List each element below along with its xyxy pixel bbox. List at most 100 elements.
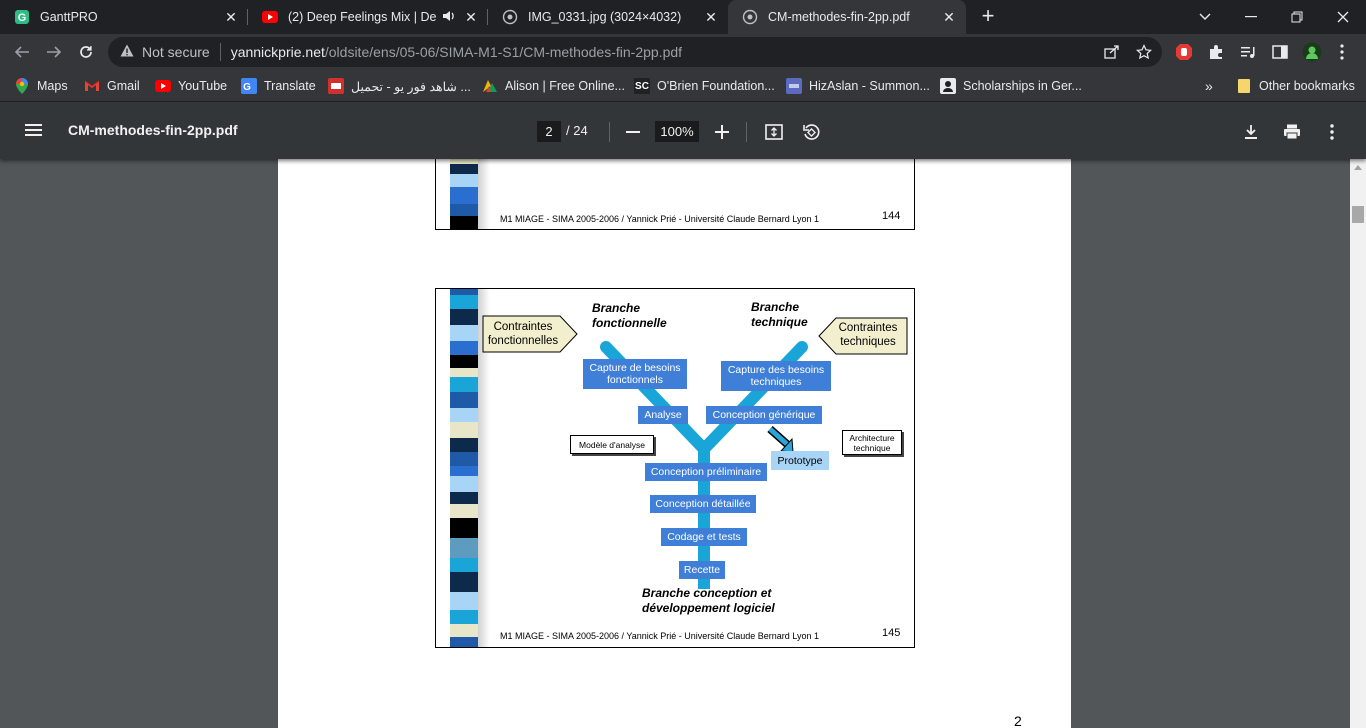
conception-generique-box: Conception générique (706, 406, 822, 424)
conception-detaillee-box: Conception détaillée (650, 495, 756, 513)
adblock-icon[interactable] (1174, 42, 1194, 62)
analyse-box: Analyse (638, 406, 688, 424)
security-label[interactable]: Not secure (142, 44, 210, 60)
forward-button[interactable] (40, 38, 68, 66)
warning-icon[interactable] (120, 44, 136, 60)
tab-search-icon[interactable] (1182, 0, 1228, 34)
bookmark-obrien[interactable]: SC O'Brien Foundation... (634, 76, 775, 96)
tab-title: CM-methodes-fin-2pp.pdf (768, 10, 910, 24)
svg-text:G: G (243, 82, 251, 93)
close-tab-icon[interactable]: ✕ (702, 8, 720, 26)
youtube-icon (155, 78, 171, 94)
back-button[interactable] (8, 38, 36, 66)
rotate-icon[interactable] (800, 121, 822, 143)
decorative-stripe (450, 159, 478, 229)
architecture-technique-note: Architecture technique (842, 430, 902, 455)
bookmark-youtube[interactable]: YouTube (155, 76, 227, 96)
scroll-up-icon[interactable] (1354, 165, 1362, 170)
globe-icon (502, 9, 518, 25)
recette-box: Recette (679, 561, 725, 579)
zoom-in-icon[interactable] (711, 121, 733, 143)
tab-title: IMG_0331.jpg (3024×4032) (528, 10, 682, 24)
conception-preliminaire-box: Conception préliminaire (645, 463, 767, 481)
bookmarks-overflow-button[interactable]: » (1205, 76, 1213, 96)
constraints-functional-label: Contraintes fonctionnelles (487, 321, 559, 347)
new-tab-button[interactable]: + (976, 5, 1000, 29)
svg-text:G: G (18, 12, 27, 24)
browser-menu-icon[interactable] (1332, 42, 1352, 62)
media-control-icon[interactable] (1238, 42, 1258, 62)
sidebar-menu-icon[interactable] (24, 120, 44, 140)
youtube-icon (262, 9, 278, 25)
url-path: /oldsite/ens/05-06/SIMA-M1-S1/CM-methode… (324, 44, 683, 60)
reload-button[interactable] (72, 38, 100, 66)
sc-icon: SC (634, 78, 650, 94)
minimize-button[interactable] (1228, 0, 1274, 34)
page-number-input[interactable]: 2 (537, 121, 561, 142)
tab-ganttpro[interactable]: G GanttPRO ✕ (0, 0, 248, 34)
audio-playing-icon[interactable] (442, 10, 456, 25)
close-tab-icon[interactable]: ✕ (462, 8, 480, 26)
modele-analyse-note: Modèle d'analyse (570, 435, 654, 454)
close-window-button[interactable] (1320, 0, 1366, 34)
globe-icon (742, 9, 758, 25)
slide-footer: M1 MIAGE - SIMA 2005-2006 / Yannick Prié… (500, 214, 819, 224)
bookmark-maps[interactable]: Maps (14, 76, 68, 96)
tab-title: (2) Deep Feelings Mix | Deep (288, 10, 436, 24)
slide-number: 144 (882, 210, 901, 222)
bookmark-alison[interactable]: Alison | Free Online... (482, 76, 625, 96)
bookmark-translate[interactable]: G Translate (241, 76, 316, 96)
bookmark-gmail[interactable]: Gmail (84, 76, 140, 96)
page-number-label: 2 (1014, 713, 1022, 728)
extensions-icon[interactable] (1206, 42, 1226, 62)
maps-icon (14, 78, 30, 94)
slide-145: Contraintes fonctionnelles Contraintes t… (435, 288, 915, 648)
profile-avatar[interactable] (1302, 42, 1322, 62)
close-tab-icon[interactable]: ✕ (222, 8, 240, 26)
close-tab-icon[interactable]: ✕ (940, 8, 958, 26)
browser-toolbar: Not secure yannickprie.net/oldsite/ens/0… (0, 34, 1366, 70)
slide-number: 145 (882, 627, 901, 639)
zoom-out-icon[interactable] (622, 121, 644, 143)
print-icon[interactable] (1281, 121, 1303, 143)
pdf-title: CM-methodes-fin-2pp.pdf (68, 122, 238, 138)
other-bookmarks[interactable]: Other bookmarks (1236, 76, 1355, 96)
pdf-viewer[interactable]: M1 MIAGE - SIMA 2005-2006 / Yannick Prié… (0, 159, 1366, 728)
capture-technical-box: Capture des besoins techniques (721, 361, 831, 391)
tab-image[interactable]: IMG_0331.jpg (3024×4032) ✕ (488, 0, 728, 34)
address-bar[interactable]: Not secure yannickprie.net/oldsite/ens/0… (108, 37, 1162, 67)
bookmark-shahid[interactable]: شاهد فور يو - تحميل ... (328, 76, 471, 96)
bookmark-hizaslan[interactable]: HizAslan - Summon... (786, 76, 930, 96)
scholarship-icon (940, 78, 956, 94)
capture-functional-box: Capture de besoins fonctionnels (583, 359, 687, 389)
branch-dev-label: Branche conception et développement logi… (642, 586, 775, 615)
prototype-box: Prototype (771, 451, 829, 470)
scrollbar-thumb[interactable] (1352, 206, 1364, 223)
branch-functional-label: Branche fonctionnelle (592, 301, 667, 330)
download-icon[interactable] (1240, 121, 1262, 143)
tab-pdf-active[interactable]: CM-methodes-fin-2pp.pdf ✕ (728, 0, 966, 34)
pdf-page: M1 MIAGE - SIMA 2005-2006 / Yannick Prié… (278, 159, 1071, 728)
pdf-toolbar: CM-methodes-fin-2pp.pdf 2 / 24 100% (0, 102, 1366, 159)
branch-technical-label: Branche technique (751, 300, 808, 329)
zoom-input[interactable]: 100% (655, 121, 699, 142)
bookmark-star-icon[interactable] (1134, 42, 1154, 62)
ganttpro-icon: G (14, 9, 30, 25)
codage-tests-box: Codage et tests (661, 528, 747, 546)
translate-icon: G (241, 78, 257, 94)
folder-icon (1236, 78, 1252, 94)
constraints-technical-label: Contraintes techniques (838, 322, 898, 348)
alison-icon (482, 78, 498, 94)
fit-page-icon[interactable] (763, 121, 785, 143)
page-count: / 24 (566, 123, 588, 138)
bookmark-scholarships[interactable]: Scholarships in Ger... (940, 76, 1082, 96)
tab-youtube-mix[interactable]: (2) Deep Feelings Mix | Deep ✕ (248, 0, 488, 34)
restore-button[interactable] (1274, 0, 1320, 34)
more-actions-icon[interactable] (1321, 121, 1343, 143)
side-panel-icon[interactable] (1270, 42, 1290, 62)
vertical-scrollbar[interactable] (1350, 159, 1366, 728)
url-host: yannickprie.net (230, 44, 325, 60)
slide-footer: M1 MIAGE - SIMA 2005-2006 / Yannick Prié… (500, 631, 819, 641)
share-icon[interactable] (1102, 42, 1122, 62)
tab-strip: G GanttPRO ✕ (2) Deep Feelings Mix | Dee… (0, 0, 1366, 34)
